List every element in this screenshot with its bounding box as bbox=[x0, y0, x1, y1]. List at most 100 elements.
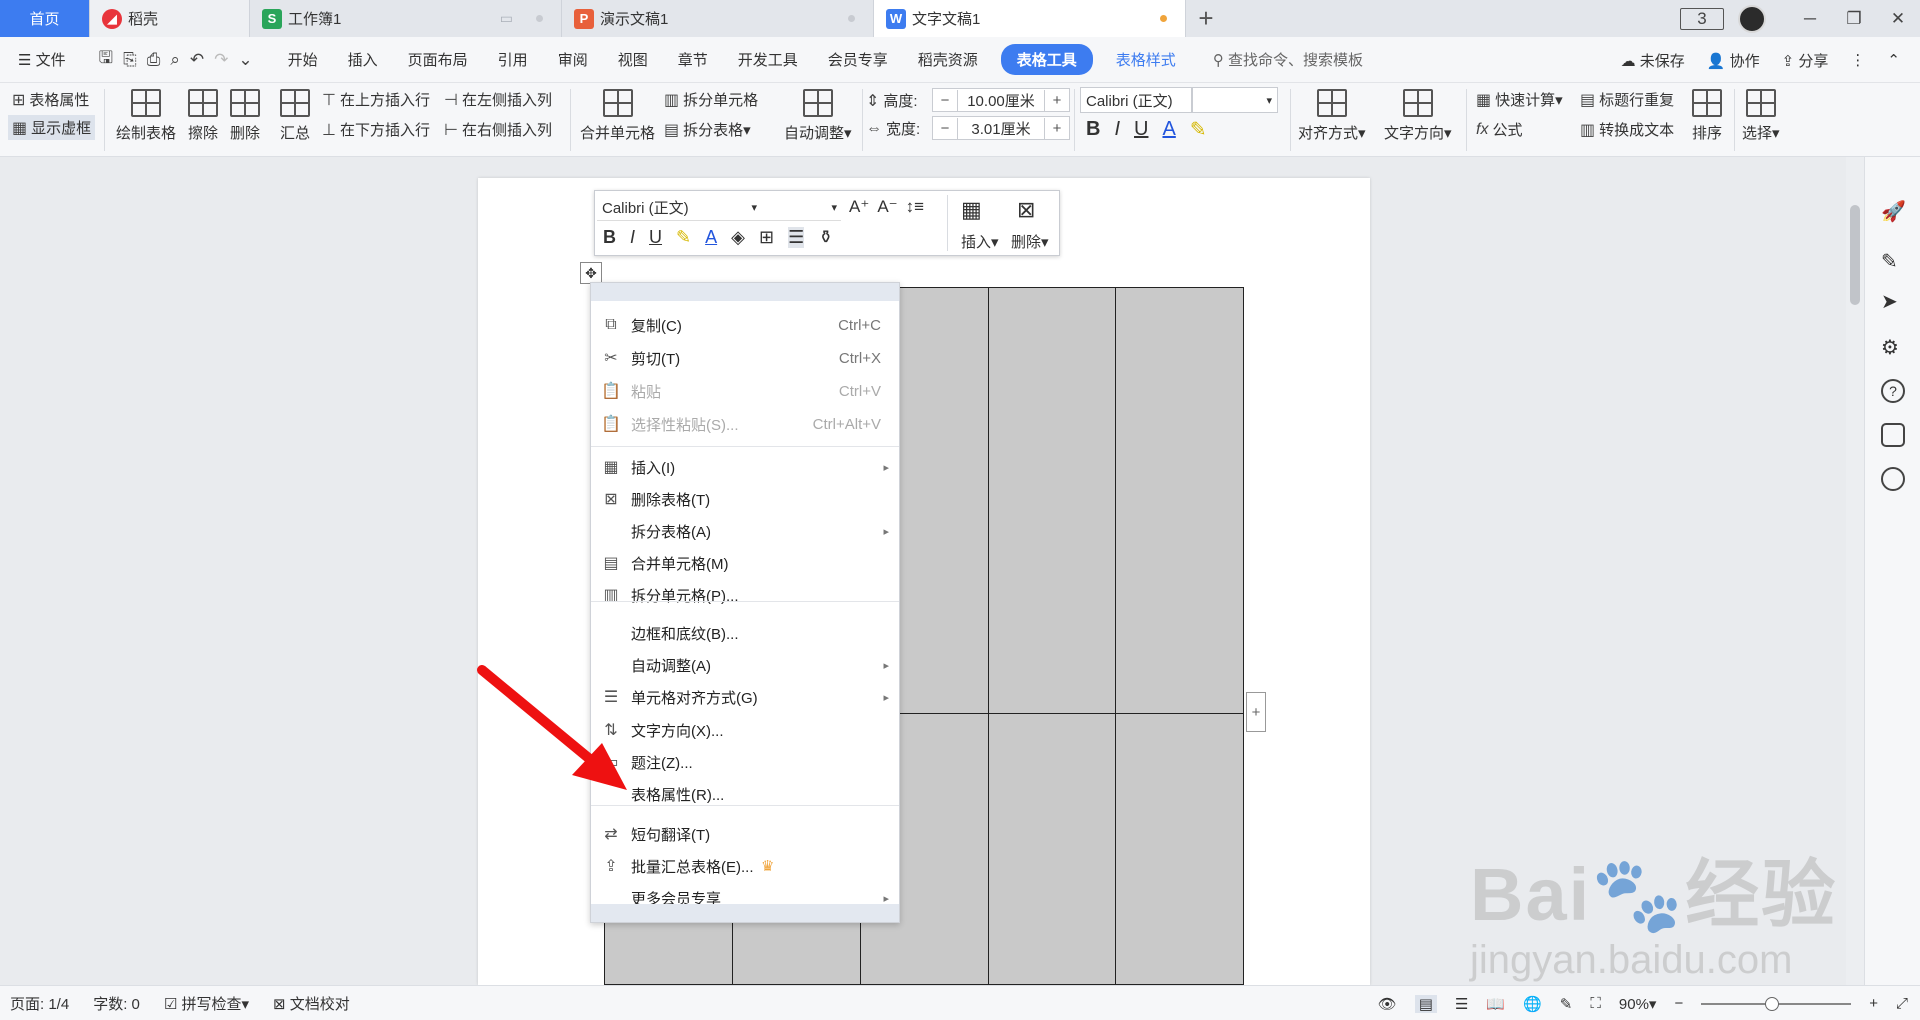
eye-icon[interactable]: 👁 bbox=[1378, 995, 1397, 1013]
font-size-select[interactable]: ▾ bbox=[1192, 87, 1278, 113]
insert-below-button[interactable]: ⊥ 在下方插入行 bbox=[322, 119, 430, 140]
scrollbar-thumb[interactable] bbox=[1850, 205, 1860, 305]
height-stepper[interactable]: −10.00厘米 + bbox=[932, 88, 1070, 112]
font-name-select[interactable]: Calibri (正文) bbox=[1080, 87, 1192, 113]
more-icon[interactable]: ⋮ bbox=[1850, 51, 1865, 69]
restore-icon[interactable]: ❐ bbox=[1832, 9, 1876, 29]
zoom-slider[interactable] bbox=[1701, 996, 1852, 1011]
increase-icon[interactable]: + bbox=[1045, 92, 1069, 109]
sort-button[interactable]: 排序 bbox=[1692, 89, 1722, 143]
reading-view-icon[interactable]: 📖 bbox=[1486, 995, 1505, 1013]
bolt-icon[interactable] bbox=[1881, 467, 1905, 491]
command-search[interactable]: ⚲ 查找命令、搜索模板 bbox=[1213, 49, 1363, 70]
menu-table-tools[interactable]: 表格工具 bbox=[1000, 44, 1093, 75]
italic-icon[interactable]: I bbox=[630, 227, 635, 248]
tab-document[interactable]: W 文字文稿1 bbox=[874, 0, 1186, 37]
add-column-icon[interactable]: + bbox=[1246, 692, 1266, 732]
format-painter-icon[interactable]: ⚱ bbox=[818, 227, 833, 248]
auto-fit-button[interactable]: 自动调整▾ bbox=[784, 89, 852, 143]
redo-icon[interactable]: ↷ bbox=[214, 50, 228, 70]
menu-item-insert[interactable]: ▦ 插入(I) ▸ bbox=[591, 451, 899, 483]
show-gridlines-button[interactable]: ▦ 显示虚框 bbox=[8, 115, 96, 140]
share-button[interactable]: ⇪ 分享 bbox=[1782, 50, 1829, 71]
undo-icon[interactable]: ↶ bbox=[190, 50, 204, 70]
erase-button[interactable]: 擦除 bbox=[188, 89, 218, 143]
draw-table-button[interactable]: 绘制表格 bbox=[116, 89, 176, 143]
menu-item-split-table[interactable]: 拆分表格(A) ▸ bbox=[591, 515, 899, 547]
underline-icon[interactable]: U bbox=[649, 227, 662, 248]
menu-item-batch-summary[interactable]: ⇪ 批量汇总表格(E)... ♛ bbox=[591, 850, 899, 882]
zoom-out-icon[interactable]: − bbox=[1674, 995, 1683, 1012]
insert-table-icon[interactable]: ▦ bbox=[961, 197, 982, 223]
menu-item-auto-fit[interactable]: 自动调整(A) ▸ bbox=[591, 649, 899, 681]
height-value[interactable]: 10.00厘米 bbox=[957, 89, 1045, 111]
float-insert-button[interactable]: 插入 ▾ bbox=[961, 231, 999, 252]
menu-item-cell-align[interactable]: ☰ 单元格对齐方式(G) ▸ bbox=[591, 681, 899, 713]
width-stepper[interactable]: −3.01厘米 + bbox=[932, 116, 1070, 140]
export-icon[interactable]: ⎘ bbox=[123, 50, 137, 70]
highlight-icon[interactable]: ✎ bbox=[1190, 117, 1207, 142]
menu-view[interactable]: 视图 bbox=[603, 49, 663, 70]
unsaved-button[interactable]: ☁ 未保存 bbox=[1621, 50, 1685, 71]
menu-start[interactable]: 开始 bbox=[273, 49, 333, 70]
menu-item-paste-special[interactable]: 📋 选择性粘贴(S)... Ctrl+Alt+V bbox=[591, 408, 899, 440]
menu-item-borders[interactable]: 边框和底纹(B)... bbox=[591, 617, 899, 649]
menu-item-delete-table[interactable]: ⊠ 删除表格(T) bbox=[591, 483, 899, 515]
menu-item-text-direction[interactable]: ⇅ 文字方向(X)... bbox=[591, 714, 899, 746]
page-indicator[interactable]: 页面: 1/4 bbox=[10, 993, 69, 1014]
menu-review[interactable]: 审阅 bbox=[543, 49, 603, 70]
formula-button[interactable]: fx 公式 bbox=[1476, 119, 1522, 140]
proofread-button[interactable]: ⊠ 文档校对 bbox=[273, 993, 350, 1014]
align-button[interactable]: 对齐方式▾ bbox=[1298, 89, 1366, 143]
collapse-icon[interactable]: ⌃ bbox=[1887, 51, 1900, 69]
shrink-font-icon[interactable]: A⁻ bbox=[877, 197, 897, 217]
repeat-header-button[interactable]: ▤ 标题行重复 bbox=[1580, 89, 1674, 110]
menu-item-copy[interactable]: ⧉ 复制(C) Ctrl+C bbox=[591, 309, 899, 341]
table-cell[interactable] bbox=[988, 713, 1116, 985]
tab-daoke[interactable]: ◢ 稻壳 bbox=[90, 0, 250, 37]
menu-chapter[interactable]: 章节 bbox=[663, 49, 723, 70]
highlight-icon[interactable]: ✎ bbox=[676, 227, 691, 248]
spell-check-button[interactable]: ☑ 拼写检查▾ bbox=[164, 993, 249, 1014]
outline-view-icon[interactable]: ☰ bbox=[1455, 995, 1468, 1013]
menu-insert[interactable]: 插入 bbox=[333, 49, 393, 70]
border-icon[interactable]: ⊞ bbox=[759, 227, 774, 248]
float-font-name[interactable]: Calibri (正文) ▾ bbox=[597, 195, 761, 221]
tab-presentation[interactable]: P 演示文稿1 bbox=[562, 0, 874, 37]
split-table-button[interactable]: ▤ 拆分表格 ▾ bbox=[664, 119, 751, 140]
zoom-select[interactable]: 90%▾ bbox=[1619, 995, 1657, 1013]
page-view-icon[interactable]: ▤ bbox=[1414, 994, 1437, 1013]
to-text-button[interactable]: ▥ 转换成文本 bbox=[1580, 119, 1674, 140]
italic-icon[interactable]: I bbox=[1114, 118, 1120, 141]
menu-item-translate[interactable]: ⇄ 短句翻译(T) bbox=[591, 818, 899, 850]
menu-table-style[interactable]: 表格样式 bbox=[1101, 49, 1191, 70]
gallery-icon[interactable] bbox=[1881, 423, 1905, 447]
save-icon[interactable]: 🖫 bbox=[99, 45, 113, 74]
quick-calc-button[interactable]: ▦ 快速计算 ▾ bbox=[1476, 89, 1563, 110]
menu-item-paste[interactable]: 📋 粘贴 Ctrl+V bbox=[591, 375, 899, 407]
menu-developer[interactable]: 开发工具 bbox=[723, 49, 813, 70]
preview-icon[interactable]: ⌕ bbox=[170, 50, 180, 70]
zoom-in-icon[interactable]: + bbox=[1869, 995, 1878, 1012]
minimize-icon[interactable]: ─ bbox=[1788, 9, 1832, 29]
collab-button[interactable]: 👤 协作 bbox=[1707, 50, 1760, 71]
merge-cells-button[interactable]: 合并单元格 bbox=[580, 89, 655, 143]
float-delete-button[interactable]: 删除 ▾ bbox=[1011, 231, 1049, 252]
help-icon[interactable]: ? bbox=[1881, 379, 1905, 403]
vertical-scrollbar[interactable] bbox=[1846, 157, 1864, 985]
insert-right-button[interactable]: ⊢ 在右侧插入列 bbox=[444, 119, 552, 140]
table-cell[interactable] bbox=[1115, 287, 1244, 714]
increase-icon[interactable]: + bbox=[1045, 120, 1069, 137]
window-count-badge[interactable]: 3 bbox=[1680, 7, 1724, 30]
width-value[interactable]: 3.01厘米 bbox=[957, 117, 1045, 139]
cursor-icon[interactable]: ➤ bbox=[1881, 289, 1905, 313]
edit-icon[interactable]: ✎ bbox=[1560, 995, 1573, 1013]
fit-page-icon[interactable]: ⛶ bbox=[1590, 995, 1601, 1012]
bold-icon[interactable]: B bbox=[1086, 118, 1100, 141]
font-color-icon[interactable]: A bbox=[1162, 118, 1175, 141]
align-icon[interactable]: ☰ bbox=[788, 227, 805, 248]
insert-left-button[interactable]: ⊣ 在左侧插入列 bbox=[444, 89, 552, 110]
float-font-size[interactable]: ▾ bbox=[761, 195, 841, 221]
delete-table-icon[interactable]: ⊠ bbox=[1017, 197, 1035, 223]
fill-color-icon[interactable]: ◈ bbox=[731, 227, 745, 248]
